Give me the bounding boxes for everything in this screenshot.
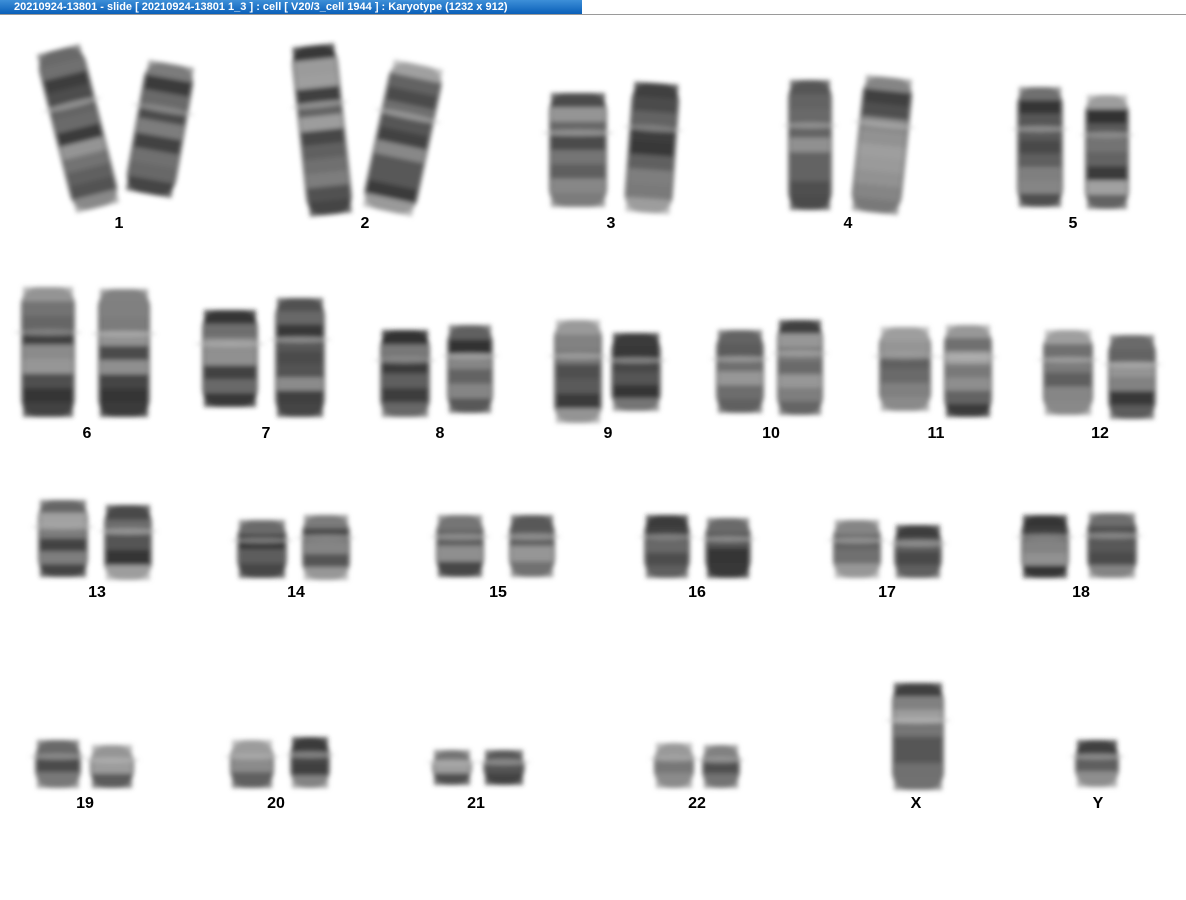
chromosome-label-5: 5 bbox=[1068, 215, 1078, 232]
chromosome-2b bbox=[362, 59, 444, 217]
window-title-bar[interactable]: 20210924-13801 - slide [ 20210924-13801 … bbox=[0, 0, 582, 14]
chromosome-12a bbox=[1037, 330, 1099, 415]
chromosome-19b bbox=[84, 745, 140, 788]
chromosome-label-2: 2 bbox=[360, 215, 370, 232]
chromosome-17b bbox=[888, 525, 948, 578]
chromosome-18b bbox=[1081, 513, 1143, 578]
chromosome-label-6: 6 bbox=[82, 425, 92, 442]
chromosome-label-17: 17 bbox=[878, 584, 896, 601]
chromosome-label-11: 11 bbox=[927, 425, 945, 442]
chromosome-label-Y: Y bbox=[1092, 795, 1104, 812]
chromosome-16b bbox=[699, 518, 757, 578]
chromosome-label-3: 3 bbox=[606, 215, 616, 232]
chromosome-14b bbox=[296, 515, 356, 580]
chromosome-label-22: 22 bbox=[688, 795, 706, 812]
chromosome-label-14: 14 bbox=[287, 584, 305, 601]
chromosome-3a bbox=[542, 93, 614, 207]
chromosome-1b bbox=[125, 60, 195, 198]
chromosome-8b bbox=[441, 325, 499, 413]
chromosome-11b bbox=[938, 325, 998, 417]
chromosome-3b bbox=[623, 81, 684, 215]
chromosome-label-15: 15 bbox=[489, 584, 507, 601]
chromosome-label-X: X bbox=[910, 795, 922, 812]
chromosome-label-20: 20 bbox=[267, 795, 285, 812]
chromosome-22a bbox=[649, 743, 699, 788]
chromosome-X bbox=[885, 683, 951, 790]
chromosome-10b bbox=[771, 320, 829, 415]
chromosome-10a bbox=[710, 330, 770, 413]
window-title: 20210924-13801 - slide [ 20210924-13801 … bbox=[14, 1, 508, 13]
chromosome-label-18: 18 bbox=[1072, 584, 1090, 601]
chromosome-17a bbox=[827, 520, 887, 578]
chromosome-11a bbox=[872, 327, 938, 411]
chromosome-14a bbox=[231, 520, 293, 578]
chromosome-7a bbox=[195, 310, 265, 407]
chromosome-label-10: 10 bbox=[762, 425, 780, 442]
chromosome-6b bbox=[91, 289, 157, 417]
chromosome-1a bbox=[36, 44, 120, 213]
chromosome-22b bbox=[697, 745, 745, 788]
chromosome-Y bbox=[1069, 740, 1125, 787]
chromosome-label-7: 7 bbox=[261, 425, 271, 442]
chromosome-13b bbox=[98, 505, 158, 580]
chromosome-label-8: 8 bbox=[435, 425, 445, 442]
karyotype-canvas: 1 2 3 4 5 6 7 8 9 10 11 12 13 14 15 16 1… bbox=[0, 15, 1186, 900]
chromosome-18a bbox=[1015, 515, 1075, 578]
chromosome-label-19: 19 bbox=[76, 795, 94, 812]
chromosome-21a bbox=[427, 750, 477, 785]
chromosome-9a bbox=[548, 320, 608, 423]
chromosome-2a bbox=[290, 43, 352, 217]
chromosome-4a bbox=[782, 80, 838, 210]
chromosome-19a bbox=[29, 740, 87, 788]
chromosome-5b bbox=[1079, 95, 1135, 209]
chromosome-8a bbox=[374, 330, 436, 417]
chromosome-20a bbox=[224, 740, 280, 788]
chromosome-15b bbox=[503, 515, 561, 577]
chromosome-label-21: 21 bbox=[467, 795, 485, 812]
chromosome-label-16: 16 bbox=[688, 584, 706, 601]
chromosome-5a bbox=[1011, 87, 1069, 207]
chromosome-9b bbox=[605, 333, 667, 411]
chromosome-12b bbox=[1102, 335, 1162, 419]
chromosome-21b bbox=[477, 750, 531, 785]
chromosome-label-1: 1 bbox=[114, 215, 124, 232]
chromosome-13a bbox=[32, 500, 94, 577]
chromosome-images bbox=[14, 43, 1162, 790]
chromosome-20b bbox=[285, 737, 335, 788]
chromosome-4b bbox=[851, 74, 915, 216]
chromosome-6a bbox=[14, 287, 82, 417]
chromosome-16a bbox=[638, 515, 696, 578]
chromosome-15a bbox=[430, 515, 490, 577]
chromosome-label-9: 9 bbox=[603, 425, 613, 442]
chromosome-label-13: 13 bbox=[88, 584, 106, 601]
chromosome-7b bbox=[269, 298, 331, 417]
chromosome-label-12: 12 bbox=[1091, 425, 1109, 442]
chromosome-label-4: 4 bbox=[843, 215, 853, 232]
